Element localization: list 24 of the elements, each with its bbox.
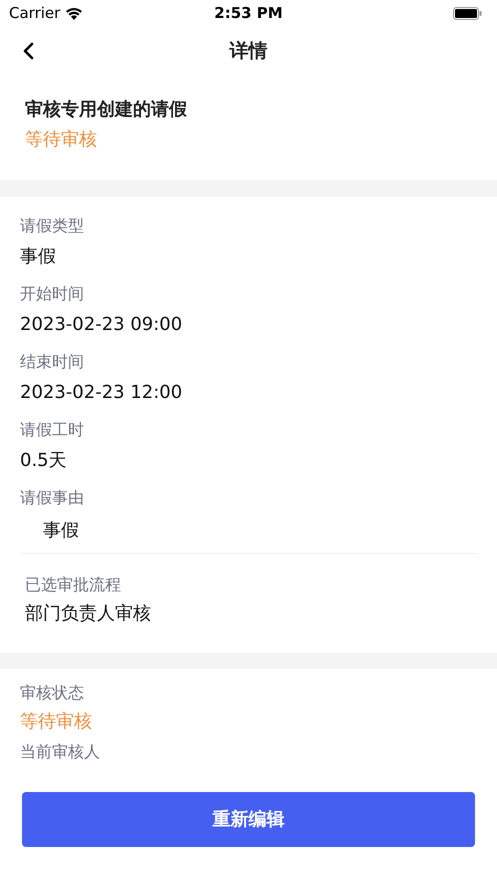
- field-label: 结束时间: [20, 351, 84, 373]
- clock-text: 2:53 PM: [214, 2, 283, 24]
- reviewer-label: 当前审核人: [20, 741, 100, 763]
- re-edit-button[interactable]: 重新编辑: [22, 792, 475, 847]
- leave-title: 审核专用创建的请假: [25, 98, 188, 122]
- battery-icon: [453, 6, 482, 20]
- field-value: 事假: [43, 519, 79, 543]
- back-icon: [22, 42, 34, 60]
- field-label: 开始时间: [20, 283, 84, 305]
- field-label: 请假工时: [20, 419, 84, 441]
- field-value: 2023-02-23 09:00: [20, 313, 182, 337]
- process-value: 部门负责人审核: [25, 602, 151, 626]
- audit-status: 等待审核: [20, 710, 92, 734]
- field-value: 事假: [20, 245, 56, 269]
- field-label: 请假事由: [20, 487, 84, 509]
- field-value: 0.5天: [20, 449, 67, 473]
- field-value: 2023-02-23 12:00: [20, 381, 182, 405]
- wifi-icon: [65, 6, 84, 20]
- status-text: 等待审核: [25, 128, 98, 152]
- page-title: 详情: [230, 38, 268, 64]
- process-label: 已选审批流程: [25, 574, 121, 596]
- carrier-text: Carrier: [9, 2, 60, 24]
- audit-label: 审核状态: [20, 682, 84, 704]
- field-label: 请假类型: [20, 215, 84, 237]
